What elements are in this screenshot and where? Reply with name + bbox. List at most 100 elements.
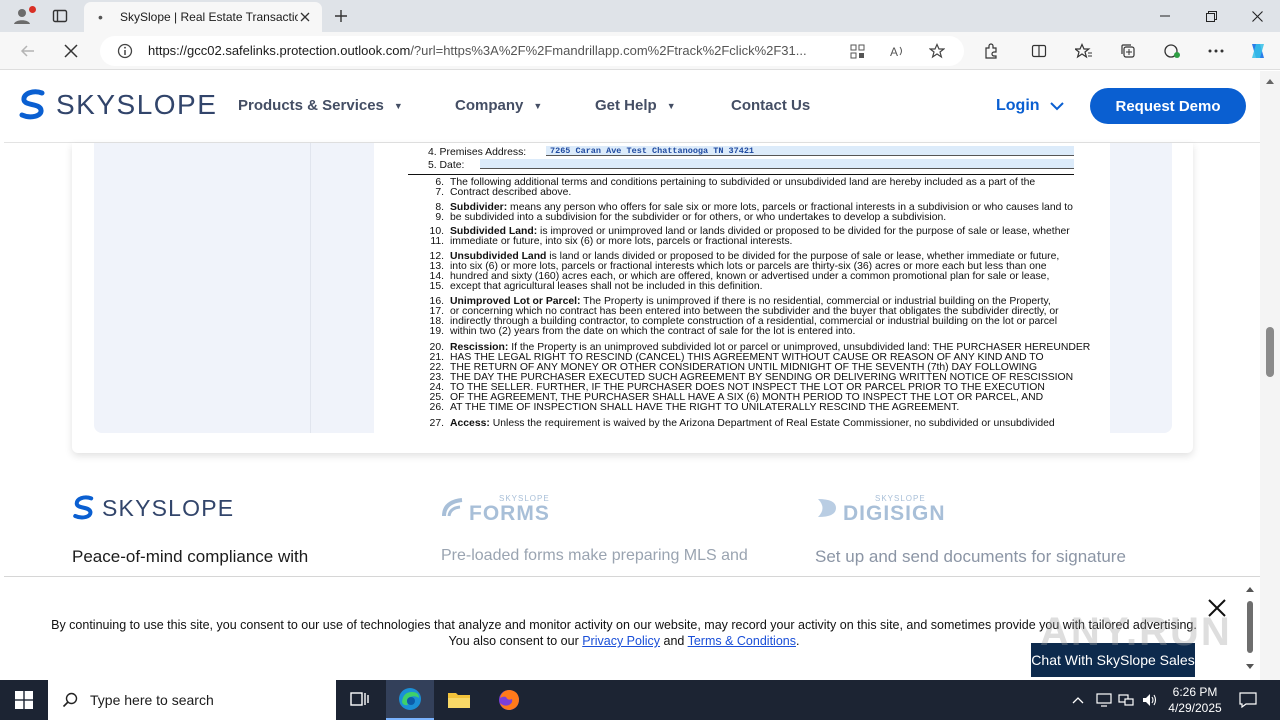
doc-line-number: 27.: [429, 418, 444, 429]
privacy-policy-link[interactable]: Privacy Policy: [582, 634, 660, 648]
chevron-down-icon: [1049, 101, 1064, 110]
scroll-down-arrow-icon[interactable]: [1245, 663, 1255, 671]
back-arrow-icon[interactable]: [15, 39, 41, 63]
skyslope-s-icon: [19, 89, 45, 120]
cookie-scrollbar[interactable]: [1244, 585, 1256, 675]
svg-text:A: A: [890, 45, 898, 59]
task-view-icon[interactable]: [336, 680, 384, 720]
doc-line-text: AT THE TIME OF INSPECTION SHALL HAVE THE…: [450, 402, 960, 413]
new-tab-plus-icon[interactable]: [330, 5, 352, 27]
doc-line-text: except that agricultural leases shall no…: [450, 281, 763, 292]
network-icon[interactable]: [1116, 690, 1136, 710]
nav-company[interactable]: Company ▼: [455, 97, 542, 114]
doc-rule: [408, 174, 1074, 175]
login-link[interactable]: Login: [996, 97, 1064, 115]
nav-contact-us[interactable]: Contact Us: [731, 97, 810, 114]
more-options-icon[interactable]: [1203, 39, 1229, 63]
taskbar-search-box[interactable]: Type here to search: [48, 680, 336, 720]
doc-line: 9. be subdivided into a subdivision for t…: [420, 212, 946, 223]
split-screen-icon[interactable]: [1026, 39, 1052, 63]
logo-text: SKYSLOPE: [56, 89, 218, 120]
caret-down-icon: ▼: [393, 100, 403, 111]
restore-icon[interactable]: [1188, 0, 1234, 32]
stop-loading-icon[interactable]: [58, 39, 84, 63]
volume-icon[interactable]: [1140, 690, 1160, 710]
app-grid-icon[interactable]: [846, 40, 868, 62]
forms-swoosh-icon: [442, 498, 463, 517]
skyslope-logo[interactable]: SKYSLOPE: [18, 89, 217, 121]
clock-date: 4/29/2025: [1168, 701, 1222, 715]
display-icon[interactable]: [1094, 690, 1114, 710]
close-window-icon[interactable]: [1234, 0, 1280, 32]
doc-line-text: immediate or future, into six (6) or mor…: [450, 236, 793, 247]
file-explorer-icon[interactable]: [435, 680, 483, 720]
read-aloud-icon[interactable]: A: [886, 40, 908, 62]
doc-line-number: 19.: [429, 326, 444, 337]
date-field: [480, 159, 1074, 169]
site-info-icon[interactable]: [114, 40, 136, 62]
doc-line-text: Contract described above.: [450, 187, 572, 198]
doc-line-number: 15.: [429, 281, 444, 292]
product-logo-forms[interactable]: SKYSLOPE FORMS: [441, 494, 579, 525]
page-scrollbar-thumb[interactable]: [1266, 327, 1274, 377]
notifications-icon[interactable]: [1238, 690, 1258, 710]
document-preview-card: 4. Premises Address: 7265 Caran Ave Test…: [72, 143, 1193, 453]
favorites-icon[interactable]: [1070, 39, 1096, 63]
doc-line: 11. immediate or future, into six (6) or …: [420, 236, 793, 247]
clock-time: 6:26 PM: [1172, 685, 1218, 699]
doc-line: 7. Contract described above.: [420, 187, 572, 198]
collections-icon[interactable]: [1115, 39, 1141, 63]
doc-line: 27. Access: Unless the requirement is wai…: [420, 418, 1055, 429]
doc-line-number: 26.: [429, 402, 444, 413]
cookie-text: By continuing to use this site, you cons…: [51, 618, 1197, 648]
product-desc-digisign: Set up and send documents for signature: [815, 547, 1126, 566]
page-scrollbar[interactable]: [1260, 71, 1280, 680]
anyrun-watermark: ANY.RUN: [1040, 610, 1232, 654]
browser-essentials-icon[interactable]: [1159, 39, 1185, 63]
doc-line: 26. AT THE TIME OF INSPECTION SHALL HAVE …: [420, 402, 960, 413]
notification-dot-icon: [29, 6, 36, 13]
edge-taskbar-icon[interactable]: [386, 680, 434, 720]
doc-line-4: 4. Premises Address:: [428, 147, 527, 158]
copilot-icon[interactable]: [1245, 39, 1271, 63]
browser-tab-bar: • SkySlope | Real Estate Transaction: [0, 0, 1280, 32]
doc-line-text: within two (2) years from the date on wh…: [450, 326, 856, 337]
doc-line: 19. within two (2) years from the date on…: [420, 326, 856, 337]
scroll-up-arrow-icon[interactable]: [1265, 77, 1275, 85]
nav-get-help[interactable]: Get Help ▼: [595, 97, 676, 114]
premises-address-field: 7265 Caran Ave Test Chattanooga TN 37421: [546, 146, 1074, 156]
terms-conditions-link[interactable]: Terms & Conditions: [688, 634, 796, 648]
search-icon: [62, 692, 78, 708]
product-logo-skyslope[interactable]: SKYSLOPE: [72, 494, 234, 522]
product-logo-digisign[interactable]: SKYSLOPE DIGISIGN: [815, 494, 983, 525]
caret-down-icon: ▼: [666, 100, 676, 111]
doc-line-text: Unless the requirement is waived by the …: [489, 418, 1055, 429]
doc-line-number: 7.: [435, 187, 444, 198]
viewer-divider: [310, 143, 311, 433]
minimize-icon[interactable]: [1142, 0, 1188, 32]
firefox-icon[interactable]: [485, 680, 533, 720]
windows-start-icon[interactable]: [0, 680, 48, 720]
doc-line: 15. except that agricultural leases shall…: [420, 281, 763, 292]
favorite-star-icon[interactable]: [926, 40, 948, 62]
address-bar[interactable]: https://gcc02.safelinks.protection.outlo…: [100, 36, 964, 66]
tab-active[interactable]: • SkySlope | Real Estate Transaction: [84, 2, 322, 32]
windows-taskbar: Type here to search 6:26 PM 4/29/2025: [0, 680, 1280, 720]
digisign-icon: [818, 499, 836, 517]
document-page: 4. Premises Address: 7265 Caran Ave Test…: [374, 143, 1110, 433]
url-text: https://gcc02.safelinks.protection.outlo…: [148, 43, 807, 58]
scroll-up-arrow-icon[interactable]: [1245, 585, 1255, 593]
cookie-scrollbar-thumb[interactable]: [1247, 601, 1253, 653]
system-clock[interactable]: 6:26 PM 4/29/2025: [1160, 684, 1230, 716]
nav-products-services[interactable]: Products & Services ▼: [238, 97, 403, 114]
tab-actions-icon[interactable]: [48, 4, 72, 28]
tray-chevron-up-icon[interactable]: [1068, 690, 1088, 710]
product-desc-forms: Pre-loaded forms make preparing MLS and: [441, 547, 748, 564]
extensions-icon[interactable]: [978, 39, 1004, 63]
document-viewer: 4. Premises Address: 7265 Caran Ave Test…: [94, 143, 1172, 433]
browser-toolbar: https://gcc02.safelinks.protection.outlo…: [0, 32, 1280, 70]
request-demo-button[interactable]: Request Demo: [1090, 88, 1246, 124]
tab-close-icon[interactable]: [296, 8, 314, 26]
web-page: SKYSLOPE Products & Services ▼ Company ▼ G…: [4, 71, 1260, 680]
tab-title: SkySlope | Real Estate Transaction: [120, 10, 298, 24]
